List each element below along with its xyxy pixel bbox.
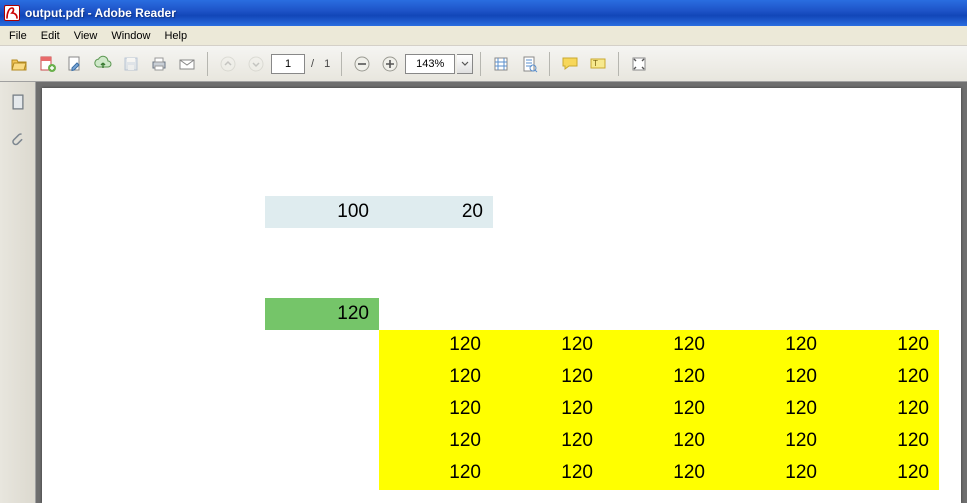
document-viewport[interactable]: 100 20 120 120 120 120 120 120 120 120 1… [36, 82, 967, 503]
menu-view[interactable]: View [67, 28, 105, 44]
comment-button[interactable] [557, 51, 583, 77]
ycell: 120 [379, 394, 491, 424]
menu-edit[interactable]: Edit [34, 28, 67, 44]
open-file-button[interactable] [6, 51, 32, 77]
ycell: 120 [603, 394, 715, 424]
svg-text:T: T [593, 59, 598, 68]
ycell: 120 [715, 330, 827, 360]
ycell: 120 [491, 330, 603, 360]
yellow-table: 120 120 120 120 120 120 120 120 120 120 … [379, 330, 939, 490]
pdf-page: 100 20 120 120 120 120 120 120 120 120 1… [42, 88, 961, 503]
ycell: 120 [603, 362, 715, 392]
ycell: 120 [715, 426, 827, 456]
ycell: 120 [827, 330, 939, 360]
side-panel [0, 82, 36, 503]
zoom-dropdown-button[interactable] [457, 54, 473, 74]
menu-window[interactable]: Window [104, 28, 157, 44]
toolbar-separator [480, 52, 481, 76]
print-button[interactable] [146, 51, 172, 77]
ycell: 120 [603, 426, 715, 456]
toolbar-separator [207, 52, 208, 76]
fit-width-button[interactable] [516, 51, 542, 77]
toolbar: / 1 T [0, 46, 967, 82]
cell-green-a: 120 [265, 298, 379, 330]
menu-help[interactable]: Help [157, 28, 194, 44]
toolbar-separator [341, 52, 342, 76]
ycell: 120 [379, 330, 491, 360]
zoom-in-button[interactable] [377, 51, 403, 77]
read-mode-button[interactable] [626, 51, 652, 77]
ycell: 120 [715, 362, 827, 392]
thumbnails-panel-button[interactable] [6, 90, 30, 114]
page-separator: / [311, 58, 314, 70]
toolbar-separator [618, 52, 619, 76]
page-down-button[interactable] [243, 51, 269, 77]
ycell: 120 [827, 458, 939, 488]
highlight-button[interactable]: T [585, 51, 611, 77]
menu-bar: File Edit View Window Help [0, 26, 967, 46]
menu-file[interactable]: File [2, 28, 34, 44]
ycell: 120 [491, 362, 603, 392]
ycell: 120 [715, 458, 827, 488]
fit-page-button[interactable] [488, 51, 514, 77]
ycell: 120 [827, 426, 939, 456]
adobe-reader-icon [4, 5, 20, 21]
cell-blue-a: 100 [265, 196, 379, 228]
ycell: 120 [827, 394, 939, 424]
edit-pdf-button[interactable] [62, 51, 88, 77]
ycell: 120 [603, 458, 715, 488]
page-up-button[interactable] [215, 51, 241, 77]
attachments-panel-button[interactable] [6, 128, 30, 152]
window-title: output.pdf - Adobe Reader [25, 6, 176, 20]
ycell: 120 [379, 458, 491, 488]
ycell: 120 [491, 394, 603, 424]
page-total: 1 [324, 58, 330, 70]
ycell: 120 [379, 426, 491, 456]
save-button[interactable] [118, 51, 144, 77]
zoom-out-button[interactable] [349, 51, 375, 77]
ycell: 120 [715, 394, 827, 424]
window-title-bar: output.pdf - Adobe Reader [0, 0, 967, 26]
ycell: 120 [827, 362, 939, 392]
zoom-level-input[interactable] [405, 54, 455, 74]
upload-button[interactable] [90, 51, 116, 77]
create-pdf-button[interactable] [34, 51, 60, 77]
ycell: 120 [491, 426, 603, 456]
cell-blue-b: 20 [379, 196, 493, 228]
page-number-input[interactable] [271, 54, 305, 74]
email-button[interactable] [174, 51, 200, 77]
toolbar-separator [549, 52, 550, 76]
content-area: 100 20 120 120 120 120 120 120 120 120 1… [0, 82, 967, 503]
ycell: 120 [603, 330, 715, 360]
ycell: 120 [491, 458, 603, 488]
ycell: 120 [379, 362, 491, 392]
